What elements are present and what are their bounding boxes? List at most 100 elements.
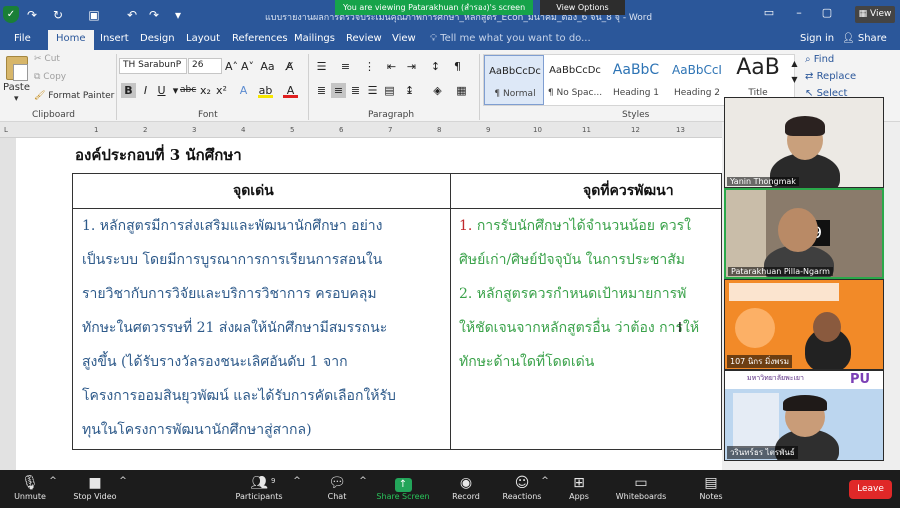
align-left-icon[interactable]: ≣ <box>314 83 329 98</box>
italic-icon[interactable]: I <box>138 83 153 98</box>
sort-icon[interactable]: ↕ <box>428 59 443 74</box>
tab-layout[interactable]: Layout <box>186 33 220 44</box>
assessment-table[interactable]: จุดเด่น จุดที่ควรพัฒนา 1. หลักสูตรมีการส… <box>72 173 723 450</box>
highlight-icon[interactable]: ab <box>258 83 273 98</box>
video-tile-active-speaker[interactable]: 9 Patarakhuan Pilla-Ngarm <box>724 188 884 279</box>
style-heading-2[interactable]: AaBbCcI Heading 2 <box>667 55 727 105</box>
tab-review[interactable]: Review <box>346 33 382 44</box>
reactions-chevron-icon[interactable]: ^ <box>540 476 550 508</box>
style-heading-1[interactable]: AaBbC Heading 1 <box>606 55 666 105</box>
change-case-icon[interactable]: Aa <box>260 59 275 74</box>
participants-button[interactable]: 👥︎ Participants <box>232 474 286 506</box>
font-color-icon[interactable]: A <box>283 83 298 98</box>
whiteboard-icon: ▭ <box>634 475 648 491</box>
style-no-spacing[interactable]: AaBbCcDc ¶ No Spac... <box>545 55 605 105</box>
clear-formatting-icon[interactable]: A̸ <box>282 59 297 74</box>
thai-distributed-icon[interactable]: ▤ <box>382 83 397 98</box>
tab-view[interactable]: View <box>392 33 416 44</box>
horizontal-ruler[interactable]: L 1 2 3 4 5 6 7 8 9 10 11 12 13 <box>0 122 722 138</box>
increase-indent-icon[interactable]: ⇥ <box>404 59 419 74</box>
style-sample: AaBbCcI <box>672 63 722 77</box>
sign-in-link[interactable]: Sign in <box>800 33 834 44</box>
ribbon-display-icon[interactable]: ▭ <box>760 6 778 22</box>
unmute-button[interactable]: 🎙︎ Unmute <box>10 474 50 506</box>
leave-meeting-button[interactable]: Leave <box>849 480 892 499</box>
paste-button[interactable]: Paste <box>3 82 30 93</box>
video-options-chevron-icon[interactable]: ^ <box>118 476 128 508</box>
multilevel-list-icon[interactable]: ⋮ <box>362 59 377 74</box>
save-icon[interactable]: ▣ <box>86 7 102 23</box>
strikethrough-icon[interactable]: abc <box>180 83 196 98</box>
grow-font-icon[interactable]: A˄ <box>224 59 239 74</box>
line-spacing-icon[interactable]: ↨ <box>402 83 417 98</box>
minimize-icon[interactable]: – <box>790 6 808 22</box>
superscript-icon[interactable]: x² <box>214 83 229 98</box>
tab-home[interactable]: Home <box>48 30 94 50</box>
align-right-icon[interactable]: ≣ <box>348 83 363 98</box>
reactions-button[interactable]: ☺ Reactions <box>500 474 544 506</box>
tab-design[interactable]: Design <box>140 33 175 44</box>
tab-insert[interactable]: Insert <box>100 33 129 44</box>
cut-button[interactable]: ✂ Cut <box>34 54 60 64</box>
numbering-icon[interactable]: ≡ <box>338 59 353 74</box>
video-tile[interactable]: 107 นิกร มิ่งพรม <box>724 279 884 370</box>
tab-references[interactable]: References <box>232 33 288 44</box>
redo-disabled-icon[interactable]: ↷ <box>146 7 162 23</box>
undo-icon[interactable]: ↶ <box>124 7 140 23</box>
whiteboards-button[interactable]: ▭ Whiteboards <box>612 474 670 506</box>
search-icon: ⌕ <box>805 54 814 65</box>
borders-icon[interactable]: ▦ <box>454 83 469 98</box>
refresh-icon[interactable]: ↻ <box>50 7 66 23</box>
replace-button[interactable]: ⇄ Replace <box>805 71 856 82</box>
align-center-icon[interactable]: ≡ <box>331 83 346 98</box>
underline-icon[interactable]: U <box>154 83 169 98</box>
style-normal[interactable]: AaBbCcDc ¶ Normal <box>484 55 544 105</box>
tab-stop-selector[interactable]: L <box>4 126 8 134</box>
gallery-scroll-up-icon[interactable]: ▲ <box>787 56 802 71</box>
redo-icon[interactable]: ↷ <box>24 7 40 23</box>
maximize-icon[interactable]: ▢ <box>818 6 836 22</box>
table-column-border <box>450 174 451 450</box>
decrease-indent-icon[interactable]: ⇤ <box>384 59 399 74</box>
tell-me-search[interactable]: 💡︎ Tell me what you want to do... <box>430 33 591 44</box>
zoom-view-button[interactable]: ▦ View <box>855 6 895 23</box>
font-size-combo[interactable]: 26 <box>188 58 222 74</box>
paste-icon[interactable] <box>6 56 28 81</box>
chat-button[interactable]: 💬︎ Chat <box>322 474 352 506</box>
customize-toolbar-icon[interactable]: ▾ <box>170 7 186 23</box>
video-tile[interactable]: Yanin Thongmak <box>724 97 884 188</box>
share-button[interactable]: 👤︎ Share <box>842 33 887 44</box>
apps-button[interactable]: ⊞ Apps <box>564 474 594 506</box>
bullets-icon[interactable]: ☰ <box>314 59 329 74</box>
tell-me-text: Tell me what you want to do... <box>440 33 591 44</box>
bold-icon[interactable]: B <box>121 83 136 98</box>
gallery-scroll-down-icon[interactable]: ▼ <box>787 72 802 87</box>
find-button[interactable]: ⌕ Find <box>805 54 834 65</box>
show-formatting-icon[interactable]: ¶ <box>450 59 465 74</box>
subscript-icon[interactable]: x₂ <box>198 83 213 98</box>
paste-dropdown-icon[interactable]: ▾ <box>14 94 19 104</box>
format-painter-button[interactable]: 🖌︎ Format Painter <box>34 91 114 101</box>
record-button[interactable]: ◉ Record <box>448 474 484 506</box>
shading-icon[interactable]: ◈ <box>430 83 445 98</box>
tab-file[interactable]: File <box>14 33 31 44</box>
font-name-combo[interactable]: TH SarabunP <box>119 58 187 74</box>
tab-mailings[interactable]: Mailings <box>294 33 335 44</box>
text-effects-icon[interactable]: A <box>236 83 251 98</box>
chat-chevron-icon[interactable]: ^ <box>358 476 368 508</box>
security-shield-icon[interactable]: ✓ <box>3 6 19 23</box>
format-painter-label: Format Painter <box>48 91 115 101</box>
view-options-button[interactable]: View Options <box>540 0 625 15</box>
record-icon: ◉ <box>459 475 473 491</box>
audio-options-chevron-icon[interactable]: ^ <box>48 476 58 508</box>
justify-icon[interactable]: ☰ <box>365 83 380 98</box>
stop-video-button[interactable]: ■ Stop Video <box>70 474 120 506</box>
background-shelf <box>726 190 766 277</box>
video-tile[interactable]: มหาวิทยาลัยพะเยา PU วรินทร์ธร ไตรพันธ์ <box>724 370 884 461</box>
share-screen-button[interactable]: ↑ Share Screen <box>374 474 432 506</box>
copy-button[interactable]: ⧉ Copy <box>34 72 66 82</box>
participant-face <box>778 208 818 252</box>
participants-chevron-icon[interactable]: ^ <box>292 476 302 508</box>
shrink-font-icon[interactable]: A˅ <box>240 59 255 74</box>
notes-button[interactable]: ▤ Notes <box>694 474 728 506</box>
